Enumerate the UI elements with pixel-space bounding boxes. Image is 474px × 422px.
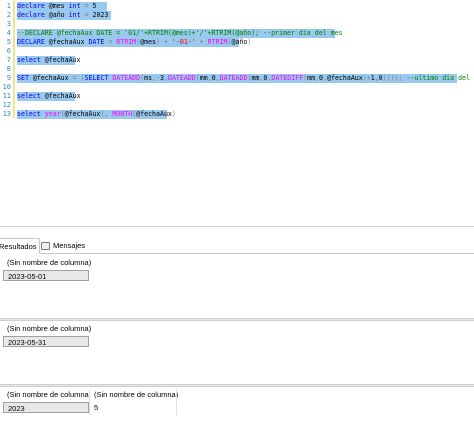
code-token: year: [44, 110, 61, 118]
line-number: 8: [6, 65, 11, 73]
code-token: DATE: [88, 38, 109, 46]
column-header[interactable]: (Sin nombre de columna): [3, 323, 91, 334]
change-tracking-bar: [13, 0, 15, 118]
code-token: declare: [17, 2, 49, 10]
code-token: ): [247, 38, 252, 46]
result-grid-2[interactable]: (Sin nombre de columna) 2023-05-31: [0, 321, 474, 384]
line-number: 1: [6, 2, 11, 10]
code-token: mm: [307, 74, 316, 82]
result-grid-3[interactable]: (Sin nombre de columna) (Sin nombre de c…: [0, 387, 474, 422]
code-token: DATEDIFF: [271, 74, 304, 82]
code-token: DATEADD: [219, 74, 248, 82]
code-token: +: [199, 38, 208, 46]
code-token: 2023: [92, 11, 109, 19]
code-token: @fechaAux: [32, 74, 73, 82]
line-number: 4: [6, 29, 11, 37]
line-number: 5: [6, 38, 11, 46]
query-editor[interactable]: 1 2 3 4 5 6 7 8 9 10 11 12 13 declare @mes int = 5 de…: [0, 0, 474, 226]
code-line[interactable]: declare @año int = 2023: [17, 11, 111, 20]
line-number: 12: [2, 101, 11, 109]
code-line[interactable]: select year(@fechaAux), MONTH(@fechaAux): [17, 110, 176, 119]
code-token: @fechaAux: [64, 110, 101, 118]
code-token: select: [17, 92, 45, 100]
code-token: --ultimo dia del mes: [406, 74, 474, 82]
code-token: @fechaAux: [48, 38, 89, 46]
code-token: DATEADD: [167, 74, 196, 82]
grid-cell[interactable]: 2023-05-01: [3, 270, 89, 281]
code-token: ms: [144, 74, 153, 82]
code-token: @fechaAux: [327, 74, 363, 82]
tab-resultados-label: Resultados: [0, 241, 37, 251]
tab-resultados[interactable]: Resultados: [0, 238, 40, 254]
results-tab-bar: Resultados Mensajes: [0, 238, 474, 254]
grid-cell[interactable]: 5: [90, 402, 176, 413]
code-line[interactable]: select @fechaAux: [17, 92, 81, 101]
code-token: ,-: [152, 74, 160, 82]
code-token: ) +: [156, 38, 172, 46]
code-token: @mes: [48, 2, 69, 10]
code-token: SELECT: [84, 74, 113, 82]
code-token: @año: [48, 11, 69, 19]
code-token: select: [17, 56, 45, 64]
code-token: RTRIM: [116, 38, 137, 46]
code-line[interactable]: select @fechaAux: [17, 56, 81, 65]
line-number: 6: [6, 47, 11, 55]
code-token: ): [171, 110, 176, 118]
code-line[interactable]: DECLARE @fechaAux DATE = RTRIM(@mes) + '…: [17, 38, 251, 47]
code-token: DECLARE: [17, 38, 49, 46]
code-token: SET: [17, 74, 33, 82]
code-token: 5: [92, 2, 97, 10]
tab-mensajes-label: Mensajes: [53, 241, 86, 250]
grid-cell[interactable]: 2023-05-31: [3, 336, 89, 347]
column-header[interactable]: (Sin nombre de columna): [3, 257, 91, 268]
code-token: @mes: [140, 38, 157, 46]
code-token: --DECLARE @fechaAux DATE = '01/'+RTRIM(@…: [17, 29, 343, 37]
code-line[interactable]: SET @fechaAux = (SELECT DATEADD(ms,-3,DA…: [17, 74, 474, 83]
grid-cell[interactable]: 2023: [3, 402, 89, 413]
code-token: @fechaAux: [136, 110, 172, 118]
code-token: int: [68, 11, 85, 19]
code-token: select: [17, 110, 45, 118]
line-number-gutter: 1 2 3 4 5 6 7 8 9 10 11 12 13: [0, 0, 14, 226]
code-token: DATEADD: [112, 74, 141, 82]
code-token: @año: [231, 38, 248, 46]
code-token: MONTH: [112, 110, 133, 118]
code-token: = (: [72, 74, 85, 82]
line-number: 3: [6, 20, 11, 28]
code-token: ),: [100, 110, 113, 118]
line-number: 2: [6, 11, 11, 19]
messages-icon: [41, 241, 50, 250]
column-header[interactable]: (Sin nombre de columna): [90, 389, 178, 400]
code-line[interactable]: --DECLARE @fechaAux DATE = '01/'+RTRIM(@…: [17, 29, 343, 38]
code-token: RTRIM: [207, 38, 228, 46]
line-number: 9: [6, 74, 11, 82]
line-number: 13: [2, 110, 11, 118]
code-token: @fechaAux: [44, 92, 81, 100]
code-line[interactable]: declare @mes int = 5: [17, 2, 107, 11]
code-token: int: [68, 2, 85, 10]
editor-results-splitter[interactable]: [0, 226, 474, 227]
column-divider: [176, 389, 177, 415]
line-number: 11: [2, 92, 11, 100]
result-grid-1[interactable]: (Sin nombre de columna) 2023-05-01: [0, 254, 474, 318]
column-header[interactable]: (Sin nombre de columna): [3, 389, 91, 400]
code-token: )+: [362, 74, 371, 82]
code-token: '-01-': [171, 38, 200, 46]
code-token: mm: [199, 74, 208, 82]
line-number: 7: [6, 56, 11, 64]
code-token: @fechaAux: [44, 56, 81, 64]
code-token: )))): [382, 74, 399, 82]
tab-mensajes[interactable]: Mensajes: [41, 238, 87, 253]
code-token: declare: [17, 11, 49, 19]
line-number: 10: [2, 83, 11, 91]
